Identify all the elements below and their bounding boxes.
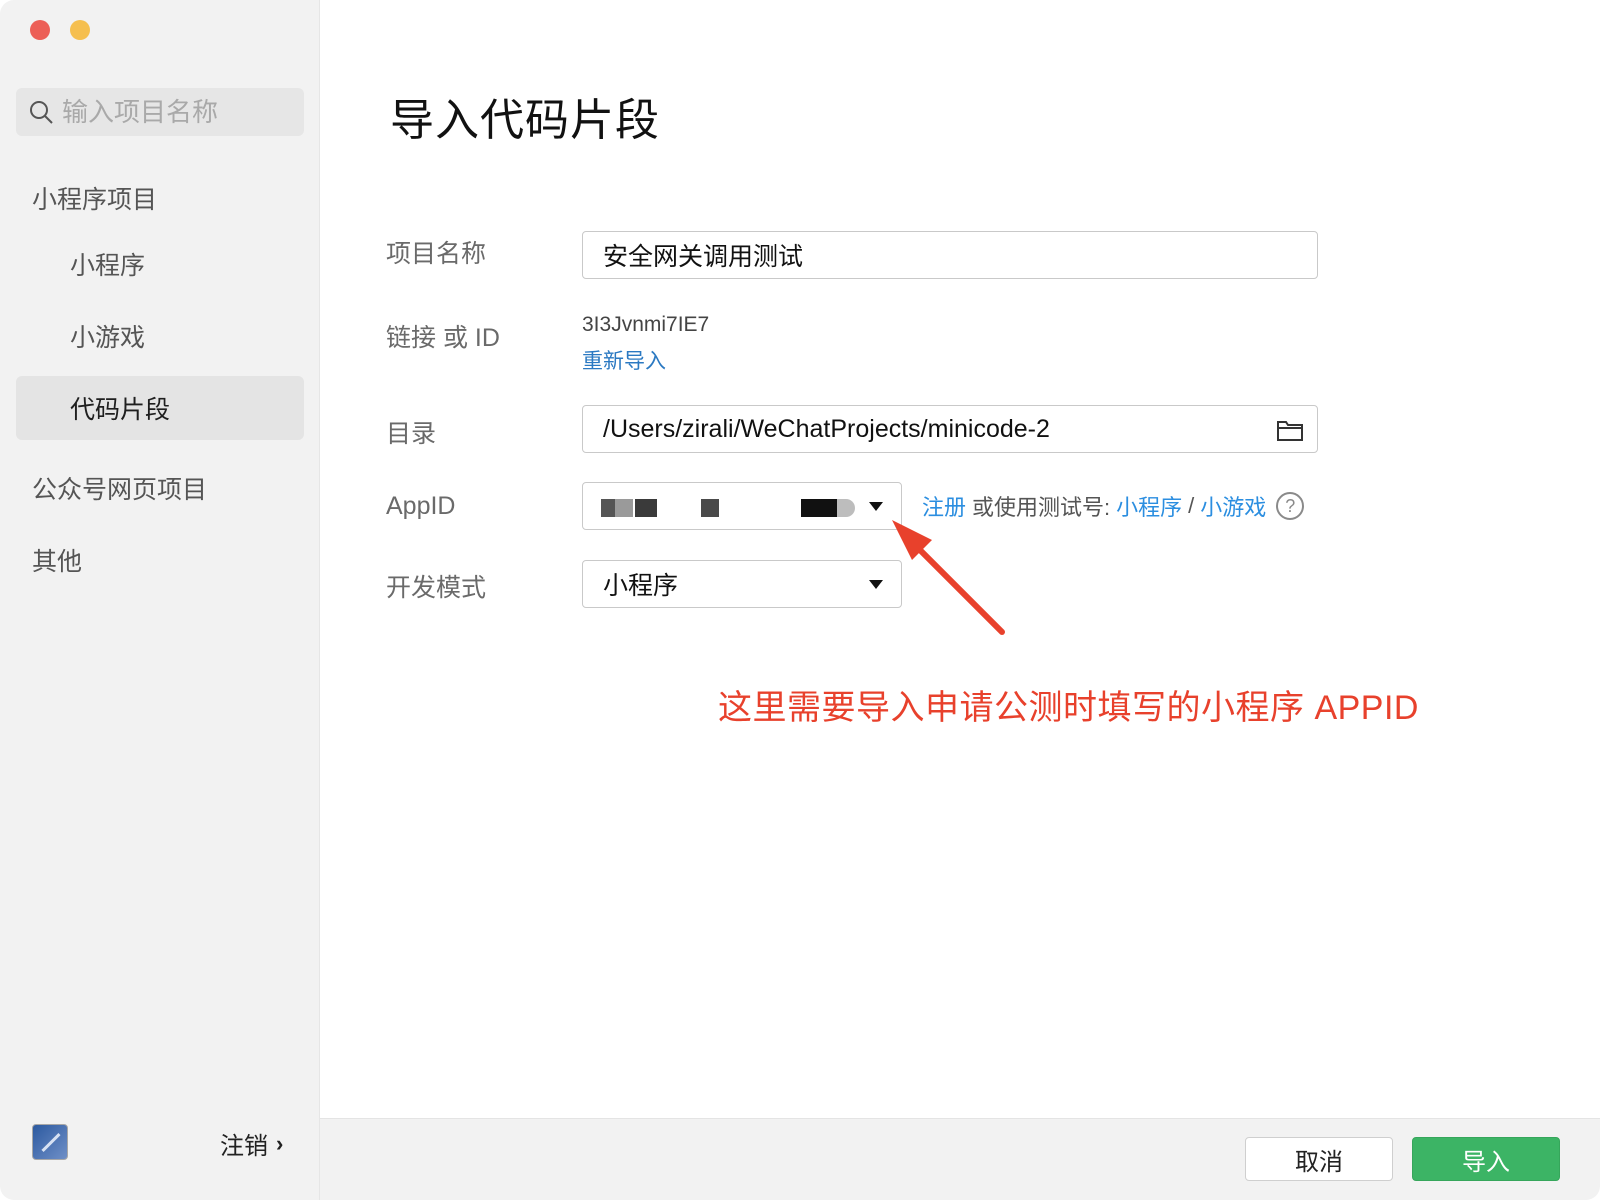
search-input[interactable]: [62, 96, 292, 128]
annotation-arrow-icon: [892, 520, 1005, 635]
window-controls: [30, 20, 90, 40]
window: 小程序项目 小程序 小游戏 代码片段 公众号网页项目 其他 注销 › 导入代码片…: [0, 0, 1600, 1200]
search-box[interactable]: [16, 88, 304, 136]
sidebar-item-minigame[interactable]: 小游戏: [16, 304, 304, 368]
close-window-button[interactable]: [30, 20, 50, 40]
bottom-bar: 取消 导入: [320, 1118, 1600, 1200]
logout-button[interactable]: 注销 ›: [220, 1126, 283, 1161]
sidebar-item-label: 小游戏: [70, 324, 146, 352]
logout-label: 注销: [220, 1133, 268, 1160]
sidebar: 小程序项目 小程序 小游戏 代码片段 公众号网页项目 其他 注销 ›: [0, 0, 320, 1200]
sidebar-item-code-snippet[interactable]: 代码片段: [16, 376, 304, 440]
chevron-right-icon: ›: [276, 1130, 284, 1156]
nav-group-other[interactable]: 其他: [32, 542, 82, 578]
import-button[interactable]: 导入: [1412, 1137, 1560, 1181]
main-panel: 导入代码片段 项目名称 链接 或 ID 3I3Jvnmi7IE7 重新导入 目录…: [320, 0, 1600, 1118]
sidebar-footer: 注销 ›: [0, 1104, 320, 1200]
avatar[interactable]: [32, 1124, 68, 1160]
sidebar-item-label: 代码片段: [70, 396, 171, 424]
cancel-button[interactable]: 取消: [1245, 1137, 1393, 1181]
sidebar-item-miniprogram[interactable]: 小程序: [16, 232, 304, 296]
search-icon: [30, 101, 53, 124]
nav-group-official-account-web[interactable]: 公众号网页项目: [32, 470, 207, 506]
annotation-text: 这里需要导入申请公测时填写的小程序 APPID: [718, 689, 1419, 727]
minimize-window-button[interactable]: [70, 20, 90, 40]
sidebar-item-label: 小程序: [70, 252, 146, 280]
nav-group-miniprogram-projects[interactable]: 小程序项目: [32, 180, 157, 216]
